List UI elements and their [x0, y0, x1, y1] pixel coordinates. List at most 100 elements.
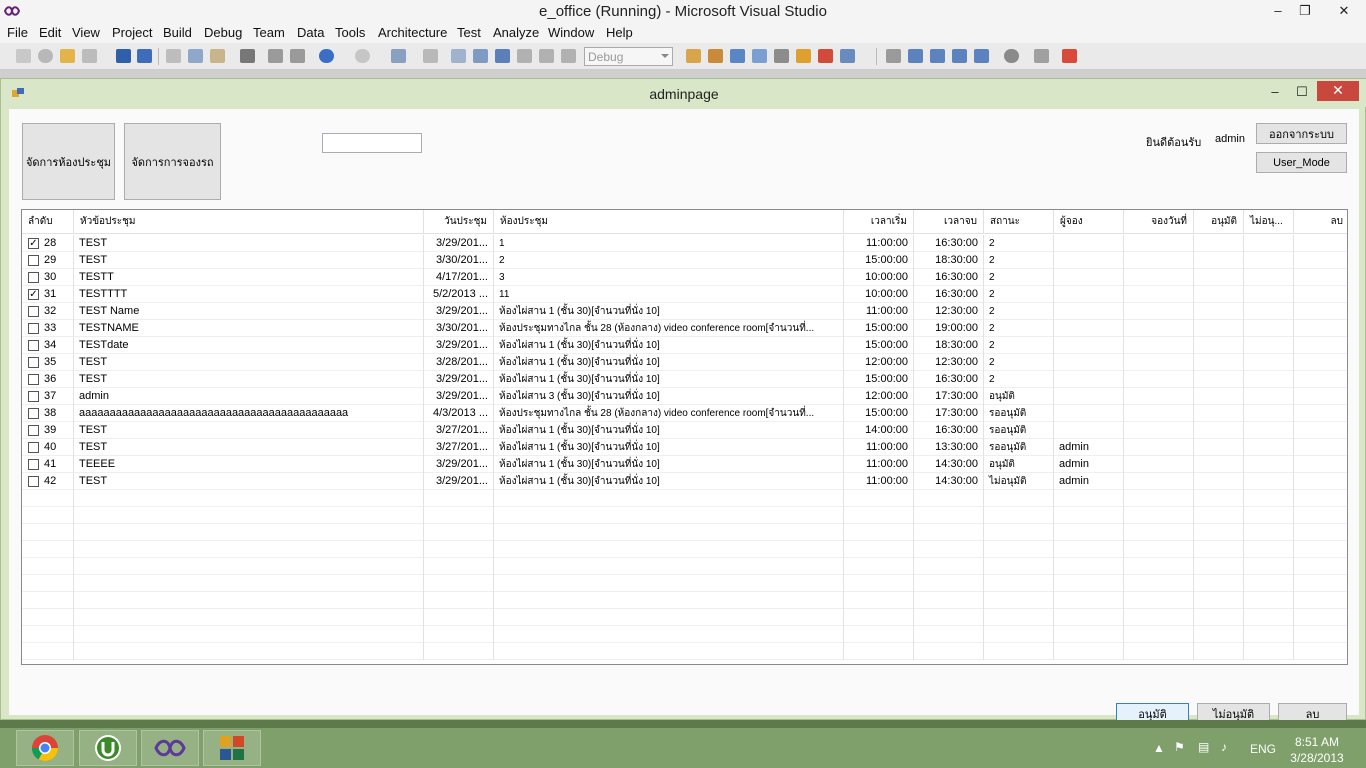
column-header-end-time[interactable]: เวลาจบ	[914, 210, 984, 234]
show-hidden-icons-icon[interactable]: ▲	[1153, 741, 1165, 755]
taskbar-clock[interactable]: 8:51 AM 3/28/2013	[1278, 734, 1356, 766]
form-maximize-button[interactable]: ☐	[1289, 83, 1315, 103]
paste-icon[interactable]	[210, 49, 225, 63]
error-list-icon[interactable]	[818, 49, 833, 63]
step-out-icon[interactable]	[561, 49, 576, 63]
column-header-reject[interactable]: ไม่อนุ...	[1244, 210, 1294, 234]
column-header-order[interactable]: ลำดับ	[22, 210, 74, 234]
table-row[interactable]: 29 TEST 3/30/201... 2 15:00:00 18:30:00 2	[22, 252, 1347, 269]
add-item-icon[interactable]	[38, 49, 53, 63]
manage-rooms-button[interactable]: จัดการห้องประชุม	[22, 123, 115, 200]
menu-build[interactable]: Build	[163, 25, 192, 40]
row-select-checkbox[interactable]	[28, 340, 39, 351]
navigate-backward-icon[interactable]	[391, 49, 406, 63]
search-input[interactable]	[322, 133, 422, 153]
menu-analyze[interactable]: Analyze	[493, 25, 539, 40]
column-header-booker[interactable]: ผู้จอง	[1054, 210, 1124, 234]
table-row[interactable]: 33 TESTNAME 3/30/201... ห้องประชุมทางไกล ชั…	[22, 320, 1347, 337]
manage-car-booking-button[interactable]: จัดการการจองรถ	[124, 123, 221, 200]
start-debugging-icon[interactable]	[451, 49, 466, 63]
column-header-topic[interactable]: หัวข้อประชุม	[74, 210, 424, 234]
row-select-checkbox[interactable]	[28, 374, 39, 385]
table-row[interactable]	[22, 609, 1347, 626]
save-all-icon[interactable]	[137, 49, 152, 63]
meeting-bookings-grid[interactable]: ลำดับ หัวข้อประชุม วันประชุม ห้องประชุม …	[21, 209, 1348, 665]
column-header-start-time[interactable]: เวลาเริ่ม	[844, 210, 914, 234]
vs-minimize-button[interactable]: –	[1263, 0, 1293, 23]
table-row[interactable]	[22, 575, 1347, 592]
table-row[interactable]: 34 TESTdate 3/29/201... ห้องไผ่สาน 1 (ชั้น …	[22, 337, 1347, 354]
row-select-checkbox[interactable]	[28, 442, 39, 453]
find-in-files-icon[interactable]	[686, 49, 701, 63]
table-row[interactable]	[22, 626, 1347, 643]
user-mode-button[interactable]: User_Mode	[1256, 152, 1347, 173]
taskbar-visual-studio-button[interactable]	[141, 730, 199, 766]
row-select-checkbox[interactable]	[28, 272, 39, 283]
row-select-checkbox[interactable]	[28, 323, 39, 334]
row-select-checkbox[interactable]	[28, 306, 39, 317]
table-row[interactable]: ✓ 31 TESTTTT 5/2/2013 ... 11 10:00:00 16:30:00…	[22, 286, 1347, 303]
table-row[interactable]: 35 TEST 3/28/201... ห้องไผ่สาน 1 (ชั้น 30)[…	[22, 354, 1347, 371]
step-over-icon[interactable]	[539, 49, 554, 63]
action-center-icon[interactable]: ⚑	[1174, 740, 1185, 754]
row-select-checkbox[interactable]	[28, 425, 39, 436]
stop-icon[interactable]	[495, 49, 510, 63]
table-row[interactable]: 32 TEST Name 3/29/201... ห้องไผ่สาน 1 (ชั้น…	[22, 303, 1347, 320]
row-select-checkbox[interactable]	[28, 357, 39, 368]
column-header-delete[interactable]: ลบ	[1294, 210, 1347, 234]
logout-button[interactable]: ออกจากระบบ	[1256, 123, 1347, 144]
column-header-booked-on[interactable]: จองวันที่	[1124, 210, 1194, 234]
form-minimize-button[interactable]: –	[1262, 83, 1288, 103]
bookmark-icon[interactable]	[886, 49, 901, 63]
find-icon[interactable]	[240, 49, 255, 63]
menu-window[interactable]: Window	[548, 25, 594, 40]
new-project-icon[interactable]	[16, 49, 31, 63]
toggle-bookmark-icon[interactable]	[908, 49, 923, 63]
cut-icon[interactable]	[166, 49, 181, 63]
language-indicator[interactable]: ENG	[1250, 742, 1276, 756]
menu-team[interactable]: Team	[253, 25, 285, 40]
step-into-icon[interactable]	[517, 49, 532, 63]
table-row[interactable]: ✓ 28 TEST 3/29/201... 1 11:00:00 16:30:00 2	[22, 235, 1347, 252]
menu-debug[interactable]: Debug	[204, 25, 242, 40]
taskbar-chrome-button[interactable]	[16, 730, 74, 766]
solution-explorer-icon[interactable]	[708, 49, 723, 63]
volume-icon[interactable]: ♪	[1221, 740, 1227, 754]
table-row[interactable]: 38 aaaaaaaaaaaaaaaaaaaaaaaaaaaaaaaaaaaaaa…	[22, 405, 1347, 422]
output-window-icon[interactable]	[840, 49, 855, 63]
server-explorer-icon[interactable]	[796, 49, 811, 63]
menu-tools[interactable]: Tools	[335, 25, 365, 40]
undo-icon[interactable]	[319, 49, 334, 63]
row-select-checkbox[interactable]	[28, 391, 39, 402]
taskbar-utorrent-button[interactable]	[79, 730, 137, 766]
next-bookmark-icon[interactable]	[952, 49, 967, 63]
row-select-checkbox[interactable]: ✓	[28, 289, 39, 300]
menu-architecture[interactable]: Architecture	[378, 25, 447, 40]
pause-icon[interactable]	[473, 49, 488, 63]
properties-icon[interactable]	[730, 49, 745, 63]
toolbox-icon[interactable]	[774, 49, 789, 63]
table-row[interactable]: 37 admin 3/29/201... ห้องไผ่สาน 3 (ชั้น 30)…	[22, 388, 1347, 405]
table-row[interactable]	[22, 507, 1347, 524]
row-select-checkbox[interactable]	[28, 459, 39, 470]
menu-file[interactable]: File	[7, 25, 28, 40]
column-header-room[interactable]: ห้องประชุม	[494, 210, 844, 234]
menu-edit[interactable]: Edit	[39, 25, 61, 40]
vs-close-button[interactable]: ✕	[1326, 0, 1362, 23]
table-row[interactable]	[22, 541, 1347, 558]
row-select-checkbox[interactable]	[28, 255, 39, 266]
open-folder-icon[interactable]	[60, 49, 75, 63]
comment-icon[interactable]	[268, 49, 283, 63]
table-row[interactable]	[22, 490, 1347, 507]
vs-restore-button[interactable]: ❐	[1290, 0, 1320, 23]
zoom-icon[interactable]	[1004, 49, 1019, 63]
table-row[interactable]	[22, 524, 1347, 541]
menu-help[interactable]: Help	[606, 25, 633, 40]
table-row[interactable]	[22, 643, 1347, 660]
uncomment-icon[interactable]	[290, 49, 305, 63]
table-row[interactable]: 41 TEEEE 3/29/201... ห้องไผ่สาน 1 (ชั้น 30)…	[22, 456, 1347, 473]
table-row[interactable]: 30 TESTT 4/17/201... 3 10:00:00 16:30:00 2	[22, 269, 1347, 286]
object-browser-icon[interactable]	[752, 49, 767, 63]
redo-icon[interactable]	[355, 49, 370, 63]
menu-test[interactable]: Test	[457, 25, 481, 40]
